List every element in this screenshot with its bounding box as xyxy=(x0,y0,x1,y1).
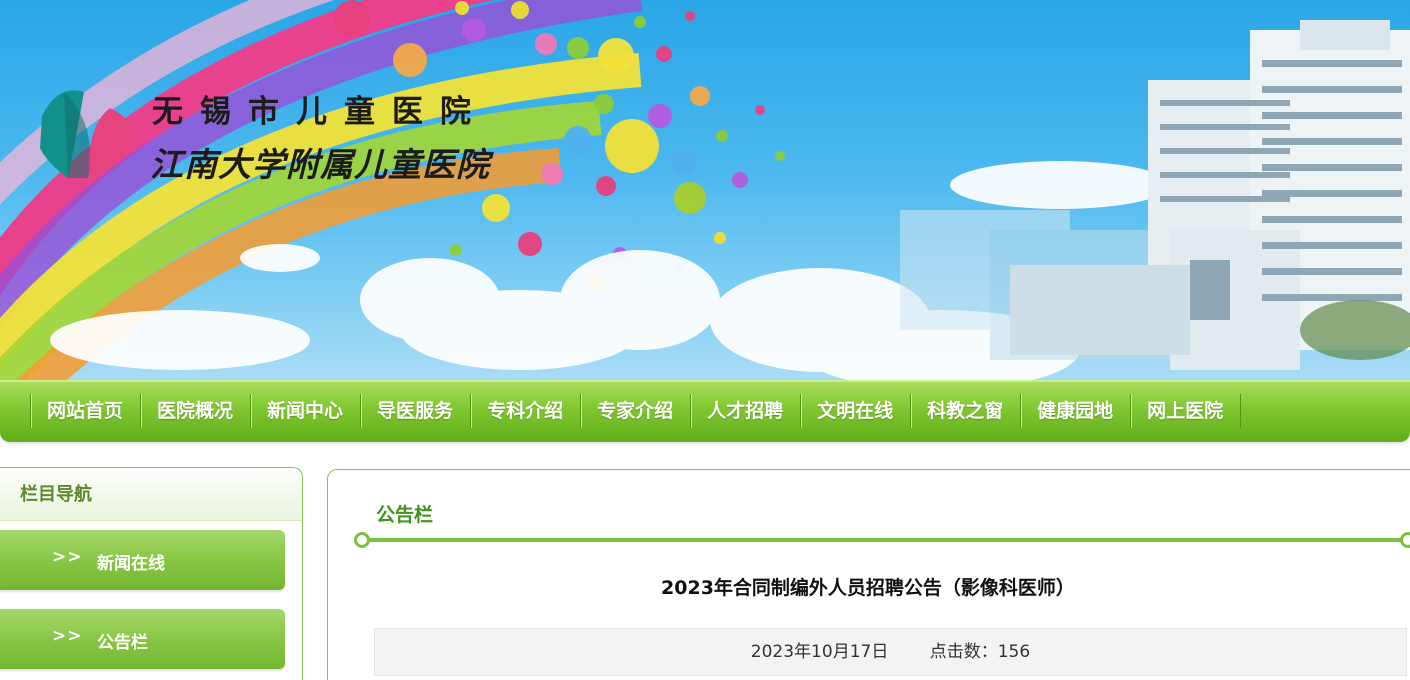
hospital-subname: 江南大学附属儿童医院 xyxy=(150,145,490,184)
nav-item-civilization[interactable]: 文明在线 xyxy=(800,394,910,428)
chevron-right-icon: >> xyxy=(52,626,83,646)
nav-item-home[interactable]: 网站首页 xyxy=(30,394,140,428)
sidebar-item-bulletin[interactable]: >> 公告栏 xyxy=(0,609,285,669)
article-hits: 点击数：156 xyxy=(929,642,1031,662)
nav-item-departments[interactable]: 专科介绍 xyxy=(470,394,580,428)
article-title: 2023年合同制编外人员招聘公告（影像科医师） xyxy=(661,577,1075,599)
logo-icon xyxy=(40,90,134,178)
main-content: 公告栏 2023年合同制编外人员招聘公告（影像科医师） 2023年10月17日 … xyxy=(327,469,1410,680)
nav-item-experts[interactable]: 专家介绍 xyxy=(580,394,690,428)
section-title: 公告栏 xyxy=(376,504,434,526)
nav-item-research[interactable]: 科教之窗 xyxy=(910,394,1020,428)
sidebar-title: 栏目导航 xyxy=(0,468,302,521)
header-banner: 无锡市儿童医院 江南大学附属儿童医院 xyxy=(0,0,1410,380)
chevron-right-icon: >> xyxy=(52,547,83,567)
article-date: 2023年10月17日 xyxy=(750,642,889,662)
section-divider xyxy=(362,538,1410,542)
hospital-name: 无锡市儿童医院 xyxy=(152,94,488,130)
article-meta: 2023年10月17日 点击数：156 xyxy=(374,628,1407,676)
main-nav: 网站首页 医院概况 新闻中心 导医服务 专科介绍 专家介绍 人才招聘 文明在线 … xyxy=(0,380,1410,442)
banner-illustration xyxy=(0,0,1410,380)
sidebar-item-label: 公告栏 xyxy=(97,633,148,653)
nav-item-online-hospital[interactable]: 网上医院 xyxy=(1130,394,1242,428)
sidebar-item-news-online[interactable]: >> 新闻在线 xyxy=(0,530,285,590)
sidebar: 栏目导航 >> 新闻在线 >> 公告栏 xyxy=(0,467,303,680)
nav-menu: 网站首页 医院概况 新闻中心 导医服务 专科介绍 专家介绍 人才招聘 文明在线 … xyxy=(30,394,1242,428)
nav-item-guide[interactable]: 导医服务 xyxy=(360,394,470,428)
nav-item-overview[interactable]: 医院概况 xyxy=(140,394,250,428)
sidebar-item-label: 新闻在线 xyxy=(97,554,165,574)
divider-dot-left xyxy=(354,532,370,548)
nav-item-health[interactable]: 健康园地 xyxy=(1020,394,1130,428)
nav-item-recruitment[interactable]: 人才招聘 xyxy=(690,394,800,428)
divider-dot-right xyxy=(1400,532,1410,548)
nav-item-news[interactable]: 新闻中心 xyxy=(250,394,360,428)
